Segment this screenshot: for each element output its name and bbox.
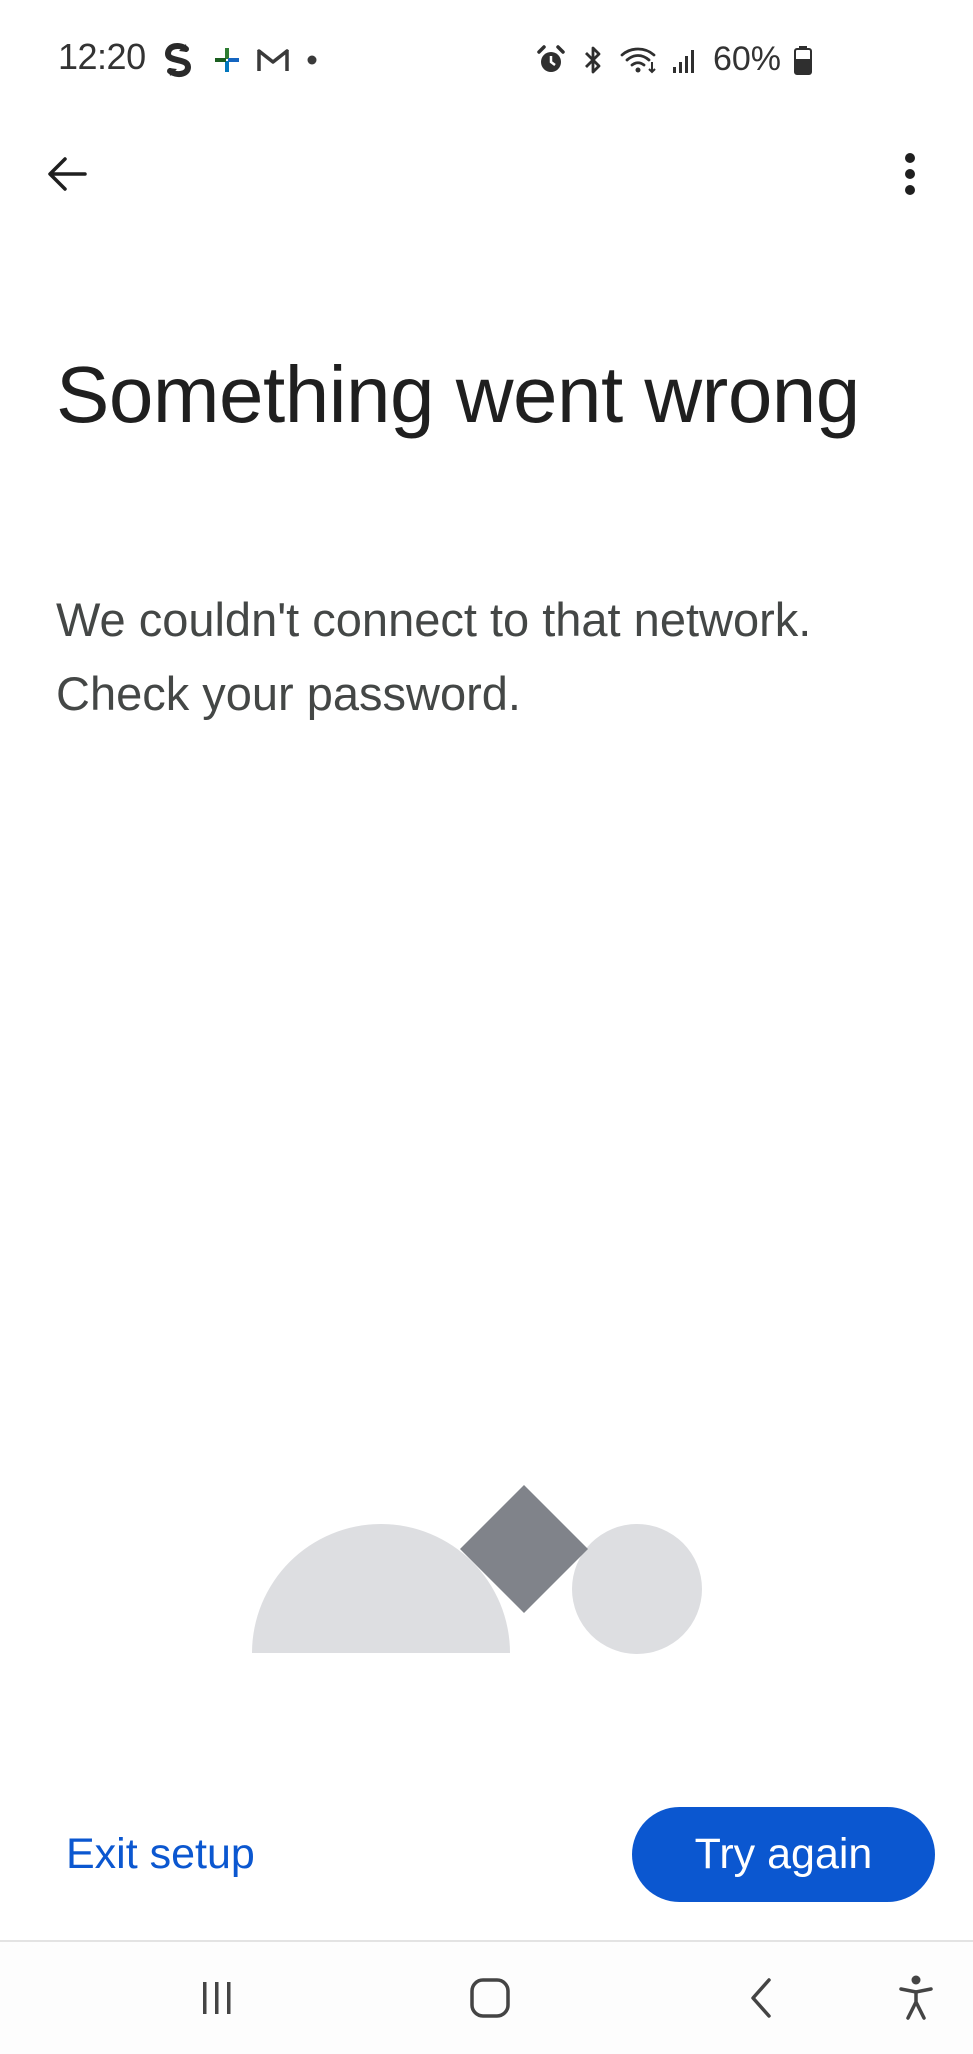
system-back-button[interactable] — [726, 1962, 798, 2034]
recent-apps-button[interactable] — [181, 1962, 253, 2034]
navigation-bar — [0, 1942, 973, 2054]
more-options-button[interactable] — [888, 145, 932, 203]
back-button[interactable] — [38, 145, 96, 203]
alarm-icon — [535, 44, 567, 76]
more-vert-icon — [903, 152, 917, 196]
gmail-icon — [256, 46, 290, 74]
battery-percent: 60% — [712, 40, 781, 78]
battery-icon — [793, 44, 813, 76]
sync-app-icon — [158, 40, 198, 80]
notification-dot-icon — [304, 52, 320, 68]
status-time: 12:20 — [58, 36, 146, 77]
status-system-icons: 60% — [535, 40, 813, 79]
status-bar: 12:20 60% — [0, 0, 973, 120]
error-message: We couldn't connect to that network. Che… — [56, 593, 812, 720]
page-title: Something went wrong — [56, 350, 860, 439]
error-illustration — [248, 1480, 708, 1660]
signal-icon — [671, 45, 701, 75]
home-icon — [468, 1976, 512, 2020]
try-again-button[interactable]: Try again — [632, 1807, 935, 1902]
recent-apps-icon — [197, 1978, 237, 2018]
bluetooth-icon — [579, 44, 607, 76]
pinwheel-app-icon — [212, 45, 242, 75]
exit-setup-button[interactable]: Exit setup — [50, 1816, 271, 1892]
home-button[interactable] — [454, 1962, 526, 2034]
wifi-icon — [619, 44, 659, 76]
circle-shape — [572, 1524, 702, 1654]
back-icon — [742, 1976, 782, 2020]
status-notification-icons — [158, 40, 320, 80]
arrow-back-icon — [45, 152, 89, 196]
accessibility-icon — [896, 1974, 936, 2022]
accessibility-button[interactable] — [880, 1962, 952, 2034]
